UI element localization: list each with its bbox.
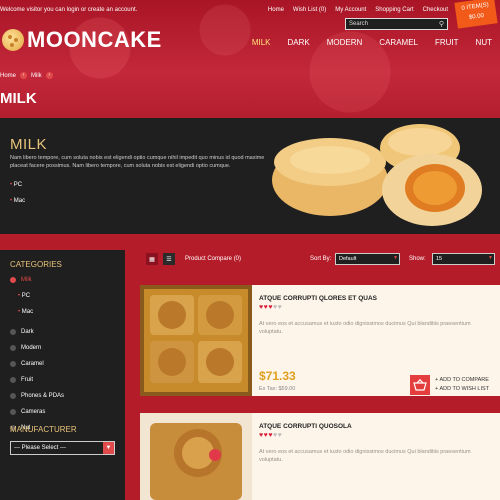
product-title[interactable]: ATQUE CORRUPTI QUOSOLA xyxy=(259,423,352,430)
grid-icon: ▦ xyxy=(149,256,155,263)
category-cameras[interactable]: Cameras xyxy=(10,409,45,415)
category-label: Milk xyxy=(21,277,32,283)
breadcrumb: Home › Milk › xyxy=(0,72,53,79)
product-description: At vero eos et accusamus et iusto odio d… xyxy=(259,321,471,335)
list-icon: ☰ xyxy=(166,256,172,263)
grid-view-button[interactable]: ▦ xyxy=(146,253,158,265)
nav-nut[interactable]: NUT xyxy=(476,38,492,47)
bullet-icon xyxy=(10,409,16,415)
hero-subcategory-mac[interactable]: Mac xyxy=(10,198,25,204)
breadcrumb-milk[interactable]: Milk xyxy=(31,73,42,79)
rating-stars: ♥♥♥♥♥ xyxy=(259,304,282,311)
page-title: MILK xyxy=(0,90,37,107)
breadcrumb-separator-icon: › xyxy=(45,72,53,79)
mooncake-logo-icon xyxy=(2,29,24,51)
category-label: Modern xyxy=(21,345,42,351)
show-value: 15 xyxy=(436,256,443,262)
logo-text: MOONCAKE xyxy=(27,27,162,52)
category-dark[interactable]: Dark xyxy=(10,329,34,335)
search-input[interactable]: Search ⚲ xyxy=(345,18,448,30)
hero-description: Nam libero tempore, cum soluta nobis est… xyxy=(10,155,265,169)
sort-select[interactable]: Default ▼ xyxy=(335,253,400,265)
star-empty-icon: ♥ xyxy=(277,304,283,311)
rating-stars: ♥♥♥♥♥ xyxy=(259,432,282,439)
add-to-compare-link[interactable]: ADD TO COMPARE xyxy=(435,377,489,383)
mooncake-hero-image xyxy=(260,118,500,234)
bullet-icon xyxy=(10,329,16,335)
chevron-down-icon: ▼ xyxy=(103,442,114,454)
product-description: At vero eos et accusamus et iusto odio d… xyxy=(259,449,471,463)
nav-dark[interactable]: DARK xyxy=(288,38,310,47)
nav-fruit[interactable]: FRUIT xyxy=(435,38,459,47)
product-image[interactable] xyxy=(140,285,252,396)
category-caramel[interactable]: Caramel xyxy=(10,361,44,367)
product-image[interactable] xyxy=(140,413,252,500)
link-cart[interactable]: Shopping Cart xyxy=(375,7,413,13)
subcategory-pc[interactable]: PC xyxy=(18,293,30,299)
search-placeholder: Search xyxy=(349,21,369,27)
manufacturer-title: MANUFACTURER xyxy=(10,425,77,434)
bullet-icon xyxy=(10,377,16,383)
chevron-down-icon: ▼ xyxy=(393,255,398,261)
nav-milk[interactable]: MILK xyxy=(252,38,271,47)
show-select[interactable]: 15 ▼ xyxy=(432,253,495,265)
manufacturer-select-value: --- Please Select --- xyxy=(14,445,67,451)
star-empty-icon: ♥ xyxy=(277,432,283,439)
sidebar: CATEGORIES Milk PC Mac Dark Modern Caram… xyxy=(0,250,125,500)
category-phones[interactable]: Phones & PDAs xyxy=(10,393,64,399)
breadcrumb-separator-icon: › xyxy=(20,72,28,79)
main-nav: MILK DARK MODERN CARAMEL FRUIT NUT xyxy=(252,38,492,47)
product-ex-tax: Ex Tax: $59.00 xyxy=(259,386,296,392)
breadcrumb-home[interactable]: Home xyxy=(0,73,16,79)
category-fruit[interactable]: Fruit xyxy=(10,377,33,383)
show-label: Show: xyxy=(409,256,426,262)
category-milk[interactable]: Milk xyxy=(10,277,32,283)
link-account[interactable]: My Account xyxy=(335,7,366,13)
add-to-cart-button[interactable] xyxy=(410,375,430,395)
chevron-down-icon: ▼ xyxy=(488,255,493,261)
category-modern[interactable]: Modern xyxy=(10,345,41,351)
top-links: Home Wish List (0) My Account Shopping C… xyxy=(268,7,448,13)
bullet-icon xyxy=(10,345,16,351)
category-label: Dark xyxy=(21,329,34,335)
logo[interactable]: MOONCAKE xyxy=(2,27,162,53)
link-checkout[interactable]: Checkout xyxy=(423,7,448,13)
bullet-icon xyxy=(10,361,16,367)
product-toolbar: ▦ ☰ Product Compare (0) Sort By: Default… xyxy=(146,253,496,267)
nav-modern[interactable]: MODERN xyxy=(327,38,363,47)
add-to-wishlist-link[interactable]: ADD TO WISH LIST xyxy=(435,386,489,392)
product-card: ATQUE CORRUPTI QLORES ET QUAS ♥♥♥♥♥ At v… xyxy=(140,285,500,396)
subcategory-mac[interactable]: Mac xyxy=(18,309,33,315)
hero-heading: MILK xyxy=(10,136,48,153)
category-label: Fruit xyxy=(21,377,33,383)
product-title[interactable]: ATQUE CORRUPTI QLORES ET QUAS xyxy=(259,295,377,302)
search-icon[interactable]: ⚲ xyxy=(439,20,444,28)
sort-label: Sort By: xyxy=(310,256,332,262)
list-view-button[interactable]: ☰ xyxy=(163,253,175,265)
category-label: Caramel xyxy=(21,361,44,367)
welcome-text: Welcome visitor you can login or create … xyxy=(0,7,138,13)
manufacturer-select[interactable]: --- Please Select --- ▼ xyxy=(10,441,115,455)
category-label: Phones & PDAs xyxy=(21,393,65,399)
link-home[interactable]: Home xyxy=(268,7,284,13)
bullet-icon xyxy=(10,393,16,399)
product-price: $71.33 xyxy=(259,369,296,383)
product-card: ATQUE CORRUPTI QUOSOLA ♥♥♥♥♥ At vero eos… xyxy=(140,413,500,500)
nav-caramel[interactable]: CARAMEL xyxy=(379,38,418,47)
link-wishlist[interactable]: Wish List (0) xyxy=(293,7,326,13)
basket-icon xyxy=(413,379,427,391)
bullet-icon xyxy=(10,277,16,283)
categories-title: CATEGORIES xyxy=(10,260,62,269)
hero-subcategory-pc[interactable]: PC xyxy=(10,182,22,188)
sort-value: Default xyxy=(339,256,357,262)
category-label: Cameras xyxy=(21,409,46,415)
product-compare-link[interactable]: Product Compare (0) xyxy=(185,256,241,262)
